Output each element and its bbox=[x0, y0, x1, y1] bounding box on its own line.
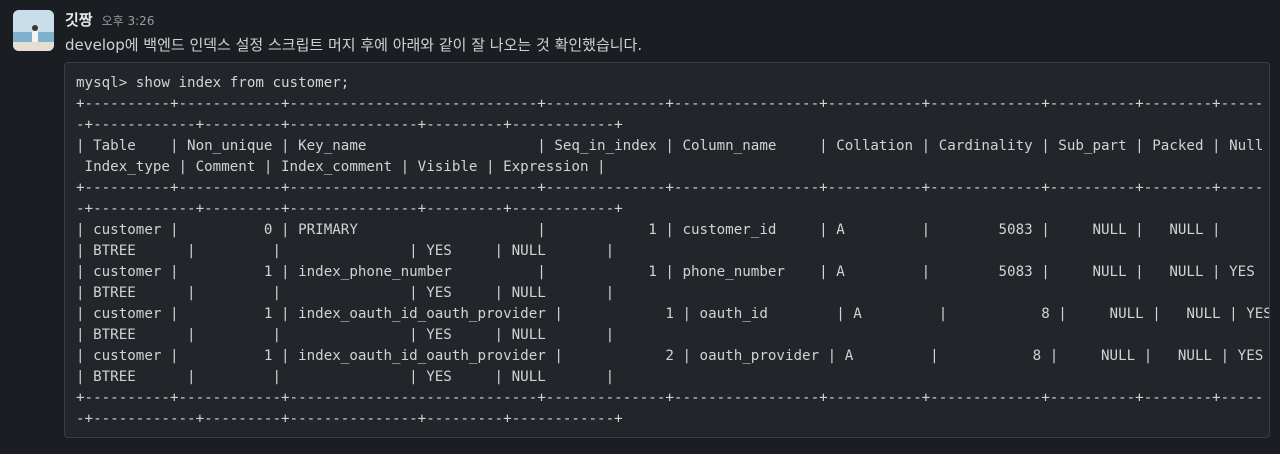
code-block: mysql> show index from customer; +------… bbox=[64, 62, 1270, 438]
code-line: +----------+------------+---------------… bbox=[76, 390, 1264, 406]
code-line: -+------------+---------+---------------… bbox=[76, 117, 623, 133]
code-line: | Table | Non_unique | Key_name | Seq_in… bbox=[76, 138, 1264, 154]
code-line: -+------------+---------+---------------… bbox=[76, 201, 623, 217]
code-line: -+------------+---------+---------------… bbox=[76, 411, 623, 427]
code-line: | customer | 1 | index_oauth_id_oauth_pr… bbox=[76, 348, 1264, 364]
code-lines: mysql> show index from customer; +------… bbox=[76, 73, 1270, 430]
sender-name[interactable]: 깃짱 bbox=[65, 9, 93, 30]
code-line: | customer | 1 | index_phone_number | 1 … bbox=[76, 264, 1255, 280]
code-line: mysql> show index from customer; bbox=[76, 75, 350, 91]
avatar[interactable] bbox=[13, 10, 54, 51]
message: 깃짱 오후 3:26 develop에 백엔드 인덱스 설정 스크립트 머지 후… bbox=[0, 0, 1280, 454]
message-header: 깃짱 오후 3:26 bbox=[65, 9, 154, 31]
message-timestamp[interactable]: 오후 3:26 bbox=[102, 12, 155, 29]
code-line: Index_type | Comment | Index_comment | V… bbox=[76, 159, 606, 175]
code-line: | BTREE | | | YES | NULL | bbox=[76, 327, 615, 343]
code-line: | BTREE | | | YES | NULL | bbox=[76, 285, 615, 301]
code-line: | BTREE | | | YES | NULL | bbox=[76, 243, 615, 259]
code-line: | BTREE | | | YES | NULL | bbox=[76, 369, 615, 385]
code-line: +----------+------------+---------------… bbox=[76, 96, 1264, 112]
code-line: | customer | 1 | index_oauth_id_oauth_pr… bbox=[76, 306, 1270, 322]
code-line: | customer | 0 | PRIMARY | 1 | customer_… bbox=[76, 222, 1221, 238]
avatar-photo-image bbox=[13, 10, 54, 51]
message-text: develop에 백엔드 인덱스 설정 스크립트 머지 후에 아래와 같이 잘 … bbox=[65, 36, 643, 54]
code-line: +----------+------------+---------------… bbox=[76, 180, 1264, 196]
